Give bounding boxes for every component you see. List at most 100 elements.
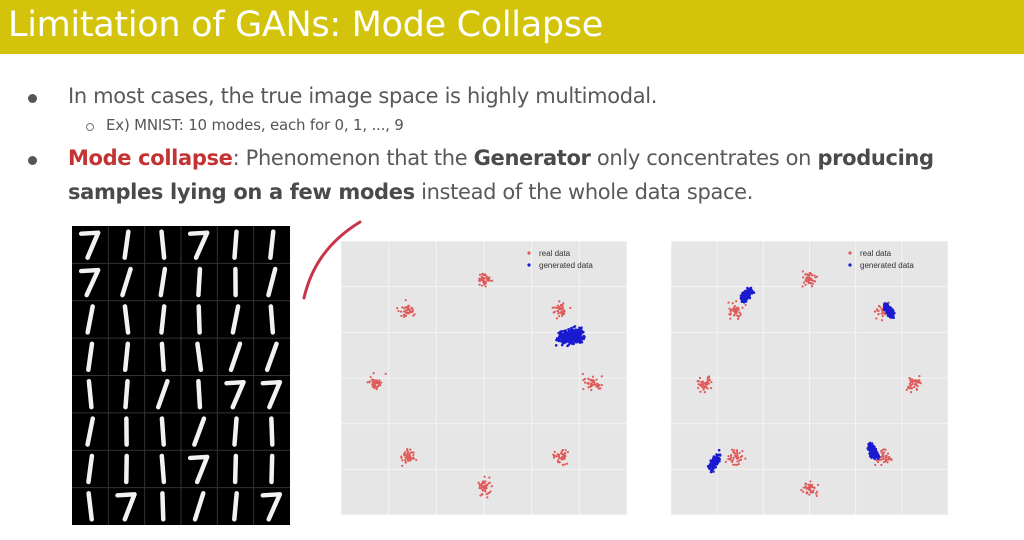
mnist-digit-1: [85, 304, 95, 335]
mnist-digit-7: [78, 230, 101, 260]
generated-data-point: [577, 328, 580, 332]
real-data-point: [729, 454, 733, 457]
legend-marker: [527, 251, 531, 255]
real-data-point: [882, 448, 885, 451]
legend-marker: [848, 263, 852, 267]
real-data-point: [710, 387, 713, 390]
real-data-point: [912, 379, 915, 382]
real-data-point: [915, 379, 918, 383]
real-data-point: [486, 496, 489, 499]
generated-data-point: [874, 451, 878, 454]
real-data-point: [558, 300, 561, 303]
mnist-digit-7: [260, 492, 283, 522]
real-data-point: [561, 314, 564, 317]
bullet-2-fragment: instead of the whole data space.: [414, 180, 754, 204]
scatter-plot-1: real data generated data: [341, 241, 627, 515]
real-data-point: [401, 459, 404, 462]
legend-label: generated data: [539, 261, 593, 270]
real-data-point: [805, 487, 808, 490]
real-data-point: [591, 378, 595, 382]
real-data-point: [886, 452, 890, 455]
generated-data-point: [577, 335, 581, 338]
real-data-point: [875, 317, 878, 320]
generated-data-point: [875, 453, 878, 457]
real-data-point: [802, 276, 805, 279]
real-data-point: [490, 279, 494, 282]
real-data-point: [913, 383, 916, 386]
real-data-point: [735, 300, 738, 303]
real-data-point: [490, 485, 493, 488]
real-data-point: [736, 307, 739, 310]
real-data-point: [400, 456, 403, 460]
generated-data-point: [554, 344, 558, 347]
real-data-point: [371, 380, 375, 383]
real-data-point: [566, 451, 569, 454]
real-data-point: [582, 387, 585, 391]
generated-data-point: [561, 341, 565, 345]
real-data-point: [728, 457, 731, 460]
real-data-point: [378, 381, 381, 384]
generated-data-point: [877, 455, 881, 459]
real-data-point: [812, 486, 815, 489]
real-data-point: [484, 480, 487, 483]
real-data-point: [724, 460, 727, 464]
real-data-point: [738, 311, 741, 314]
real-data-point: [697, 380, 700, 383]
real-data-point: [401, 306, 404, 309]
real-data-point: [913, 385, 916, 389]
real-data-point: [728, 307, 731, 310]
real-data-point: [881, 452, 884, 455]
mnist-digit-1: [266, 266, 278, 298]
real-data-point: [707, 376, 711, 379]
real-data-point: [551, 306, 554, 309]
generated-data-point: [873, 449, 877, 452]
real-data-point: [478, 283, 481, 286]
bullet-dot-2: [28, 156, 37, 165]
real-data-point: [806, 273, 809, 276]
generated-data-point: [563, 329, 567, 333]
real-data-point: [707, 382, 710, 385]
real-data-point: [910, 390, 913, 394]
generated-data-point: [717, 448, 721, 452]
mnist-digit-1: [228, 341, 243, 373]
legend-marker: [848, 251, 852, 255]
real-data-point: [889, 457, 892, 460]
generated-data-point: [747, 290, 750, 293]
real-data-point: [877, 309, 880, 312]
real-data-point: [563, 463, 566, 466]
real-data-point: [583, 381, 587, 384]
generated-data-point: [565, 338, 569, 341]
generated-data-point: [582, 337, 586, 341]
slide-title: Limitation of GANs: Mode Collapse: [8, 5, 603, 45]
real-data-point: [559, 452, 563, 455]
real-data-point: [404, 461, 407, 464]
real-data-point: [589, 385, 592, 389]
real-data-point: [558, 315, 561, 318]
real-data-point: [555, 317, 559, 320]
real-data-point: [810, 485, 813, 488]
generated-data-point: [869, 449, 873, 452]
mnist-digit-1: [268, 304, 276, 335]
real-data-point: [805, 276, 808, 279]
mnist-digit-7: [115, 492, 137, 522]
real-data-point: [917, 381, 920, 384]
real-data-point: [880, 308, 883, 311]
mnist-sample-grid: [72, 226, 290, 525]
generated-data-point: [888, 315, 892, 319]
real-data-point: [732, 309, 735, 313]
bullet-2-line-2: samples lying on a few modes instead of …: [68, 180, 753, 204]
real-data-point: [816, 490, 819, 493]
real-data-point: [591, 375, 595, 378]
real-data-point: [815, 494, 818, 498]
real-data-point: [735, 455, 739, 458]
real-data-point: [558, 461, 561, 464]
generated-data-point: [573, 334, 576, 337]
title-bar: Limitation of GANs: Mode Collapse: [0, 0, 1024, 54]
real-data-point: [480, 493, 484, 496]
real-data-point: [384, 372, 387, 375]
real-data-point: [558, 457, 561, 460]
real-data-point: [741, 450, 744, 453]
real-data-point: [735, 463, 738, 466]
mode-collapse-term: Mode collapse: [68, 146, 233, 170]
real-data-point: [882, 461, 886, 464]
